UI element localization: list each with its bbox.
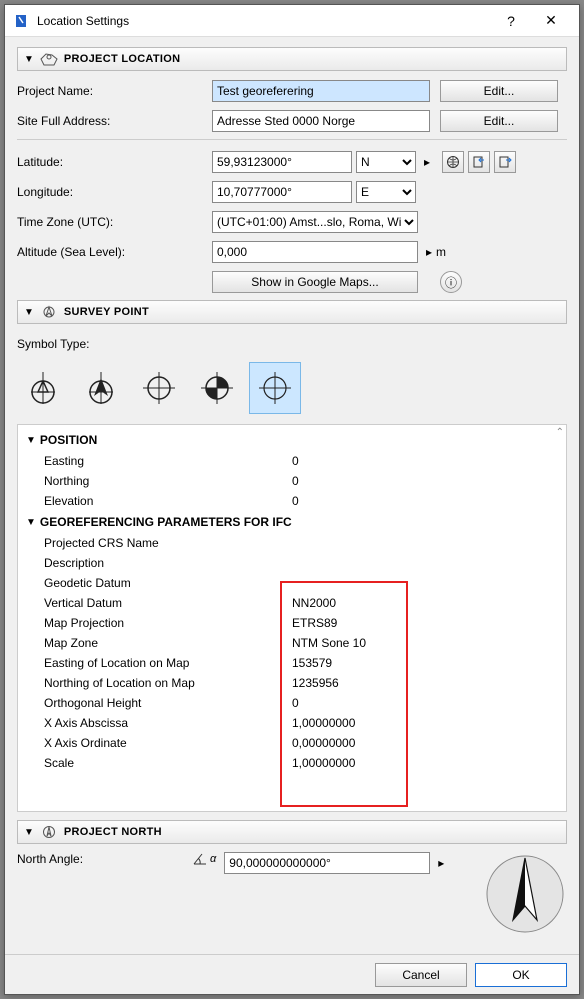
scroll-up-icon[interactable]: ⌃: [556, 427, 564, 438]
section-label: PROJECT LOCATION: [64, 53, 180, 65]
symbol-option-5[interactable]: [249, 362, 301, 414]
table-row[interactable]: Projected CRS Name: [24, 533, 560, 553]
chevron-down-icon: ▼: [26, 435, 36, 446]
georef-header[interactable]: ▼GEOREFERENCING PARAMETERS FOR IFC: [24, 511, 560, 533]
window-title: Location Settings: [37, 14, 491, 28]
symbol-option-4[interactable]: [191, 362, 243, 414]
table-row[interactable]: Map ProjectionETRS89: [24, 613, 560, 633]
timezone-label: Time Zone (UTC):: [17, 215, 212, 229]
survey-point-tree: ▼POSITION Easting0 Northing0 Elevation0 …: [17, 424, 567, 812]
dialog-footer: Cancel OK: [5, 954, 579, 994]
latitude-hemisphere-select[interactable]: N: [356, 151, 416, 173]
titlebar: Location Settings ? ✕: [5, 5, 579, 37]
play-icon[interactable]: ▸: [434, 852, 448, 874]
latitude-label: Latitude:: [17, 155, 212, 169]
section-survey-point[interactable]: ▼ SURVEY POINT: [17, 300, 567, 324]
globe-button[interactable]: [442, 151, 464, 173]
symbol-option-3[interactable]: [133, 362, 185, 414]
play-icon[interactable]: ▸: [420, 151, 434, 173]
north-angle-input[interactable]: [224, 852, 430, 874]
import-location-button[interactable]: [468, 151, 490, 173]
edit-site-address-button[interactable]: Edit...: [440, 110, 558, 132]
symbol-option-1[interactable]: [17, 362, 69, 414]
map-pin-icon: [40, 52, 58, 66]
symbol-type-label: Symbol Type:: [17, 337, 212, 351]
altitude-label: Altitude (Sea Level):: [17, 245, 212, 259]
table-row[interactable]: Orthogonal Height0: [24, 693, 560, 713]
table-row[interactable]: Easting of Location on Map153579: [24, 653, 560, 673]
dialog-content: ▼ PROJECT LOCATION Project Name: Edit...…: [5, 37, 579, 954]
table-row[interactable]: Description: [24, 553, 560, 573]
app-icon: [13, 13, 29, 29]
longitude-input[interactable]: [212, 181, 352, 203]
section-label: SURVEY POINT: [64, 306, 149, 318]
longitude-label: Longitude:: [17, 185, 212, 199]
table-row[interactable]: Easting0: [24, 451, 560, 471]
info-button[interactable]: ⓘ: [440, 271, 462, 293]
edit-project-name-button[interactable]: Edit...: [440, 80, 558, 102]
ok-button[interactable]: OK: [475, 963, 567, 987]
chevron-down-icon: ▼: [24, 54, 34, 65]
site-address-input[interactable]: [212, 110, 430, 132]
play-icon[interactable]: ▸: [422, 241, 436, 263]
survey-point-icon: [40, 305, 58, 319]
location-settings-dialog: Location Settings ? ✕ ▼ PROJECT LOCATION…: [4, 4, 580, 995]
chevron-down-icon: ▼: [24, 827, 34, 838]
table-row[interactable]: Elevation0: [24, 491, 560, 511]
section-project-north[interactable]: ▼ PROJECT NORTH: [17, 820, 567, 844]
project-name-label: Project Name:: [17, 84, 212, 98]
table-row[interactable]: Vertical DatumNN2000: [24, 593, 560, 613]
help-button[interactable]: ?: [491, 6, 531, 36]
symbol-option-2[interactable]: [75, 362, 127, 414]
angle-icon: α: [192, 852, 216, 866]
project-name-input[interactable]: [212, 80, 430, 102]
north-compass: [483, 852, 567, 936]
site-address-label: Site Full Address:: [17, 114, 212, 128]
altitude-input[interactable]: [212, 241, 418, 263]
chevron-down-icon: ▼: [24, 307, 34, 318]
section-label: PROJECT NORTH: [64, 826, 162, 838]
north-icon: [40, 825, 58, 839]
cancel-button[interactable]: Cancel: [375, 963, 467, 987]
export-location-button[interactable]: [494, 151, 516, 173]
close-button[interactable]: ✕: [531, 6, 571, 36]
timezone-select[interactable]: (UTC+01:00) Amst...slo, Roma, Wien: [212, 211, 418, 233]
longitude-hemisphere-select[interactable]: E: [356, 181, 416, 203]
north-angle-label: North Angle:: [17, 852, 192, 866]
show-in-google-maps-button[interactable]: Show in Google Maps...: [212, 271, 418, 293]
table-row[interactable]: Map ZoneNTM Sone 10: [24, 633, 560, 653]
table-row[interactable]: Scale1,00000000: [24, 753, 560, 773]
altitude-unit: m: [436, 245, 440, 259]
chevron-down-icon: ▼: [26, 517, 36, 528]
latitude-input[interactable]: [212, 151, 352, 173]
table-row[interactable]: Geodetic Datum: [24, 573, 560, 593]
table-row[interactable]: X Axis Abscissa1,00000000: [24, 713, 560, 733]
table-row[interactable]: Northing0: [24, 471, 560, 491]
table-row[interactable]: X Axis Ordinate0,00000000: [24, 733, 560, 753]
symbol-type-options: [17, 362, 567, 414]
table-row[interactable]: Northing of Location on Map1235956: [24, 673, 560, 693]
position-header[interactable]: ▼POSITION: [24, 429, 560, 451]
section-project-location[interactable]: ▼ PROJECT LOCATION: [17, 47, 567, 71]
